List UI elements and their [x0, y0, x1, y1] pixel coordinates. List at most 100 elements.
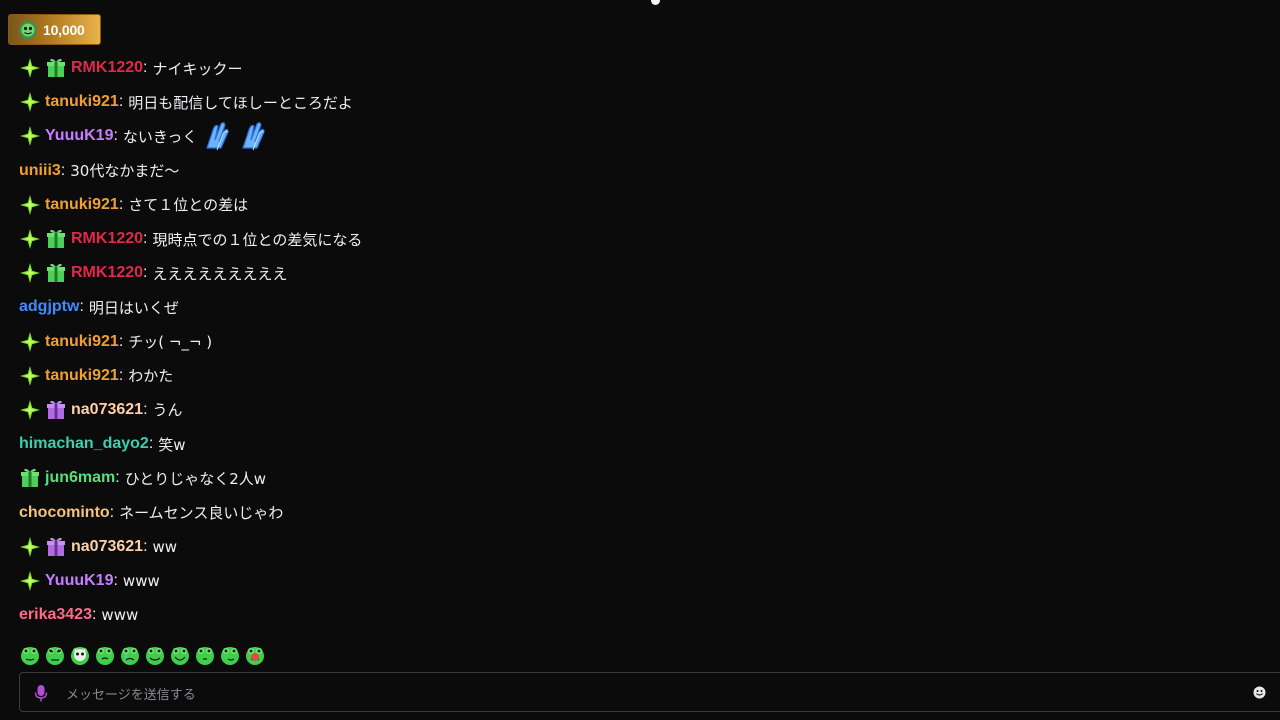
star-badge-icon[interactable] — [19, 194, 41, 216]
chat-input-placeholder[interactable]: メッセージを送信する — [66, 684, 196, 703]
chat-message: tanuki921: 明日も配信してほしーところだよ — [0, 85, 1280, 119]
gift-green-badge-icon[interactable] — [45, 57, 67, 79]
gift-green-badge-icon[interactable] — [45, 262, 67, 284]
chat-message-text: ないきっく — [122, 127, 198, 146]
chat-message: YuuuK19: ないきっく — [0, 119, 1280, 153]
chat-username[interactable]: tanuki921 — [45, 93, 119, 111]
gift-green-badge-icon[interactable] — [45, 228, 67, 250]
frog-happy-emote[interactable] — [170, 644, 190, 666]
chat-username[interactable]: tanuki921 — [45, 196, 119, 214]
chat-separator: : — [143, 537, 148, 555]
chat-message: na073621: うん — [0, 393, 1280, 427]
frog-smile-emote[interactable] — [145, 644, 165, 666]
chat-username[interactable]: na073621 — [71, 538, 143, 556]
chat-message-text: 現時点での１位との差気になる — [152, 230, 363, 249]
chat-message: chocominto: ネームセンス良いじゃわ — [0, 495, 1280, 529]
star-badge-icon[interactable] — [19, 91, 41, 113]
star-badge-icon[interactable] — [19, 125, 41, 147]
chat-separator: : — [118, 195, 124, 213]
chat-separator: : — [118, 93, 124, 111]
blue-hands-emote[interactable] — [239, 120, 269, 152]
frog-skull-emote[interactable] — [70, 644, 90, 666]
chat-message-text: 明日も配信してほしーところだよ — [128, 93, 353, 112]
chat-separator: : — [143, 59, 148, 77]
frog-cry-emote[interactable] — [120, 644, 140, 666]
chat-message: uniii3:30代なかまだ〜 — [0, 154, 1280, 188]
emote-picker-icon[interactable] — [1253, 686, 1266, 699]
chat-message-text: うん — [152, 401, 183, 420]
frog-emote[interactable] — [20, 644, 40, 666]
chat-separator: : — [113, 127, 118, 145]
star-badge-icon[interactable] — [19, 262, 41, 284]
gift-purple-badge-icon[interactable] — [45, 399, 67, 421]
chat-message: tanuki921: さて１位との差は — [0, 188, 1280, 222]
star-badge-icon[interactable] — [19, 57, 41, 79]
chat-message-text: ナイキックー — [152, 59, 243, 78]
top-indicator — [651, 0, 660, 5]
chat-message: RMK1220: 現時点での１位との差気になる — [0, 222, 1280, 256]
chat-message-text: ひとりじゃなく2人w — [124, 469, 267, 488]
frog-red-emote[interactable] — [245, 644, 265, 666]
frog-small-emote[interactable] — [195, 644, 215, 666]
chat-message: na073621: ww — [0, 530, 1280, 564]
chat-username[interactable]: chocominto — [19, 504, 110, 522]
chat-username[interactable]: erika3423 — [19, 606, 92, 624]
chat-message-text: 明日はいくぜ — [88, 298, 179, 317]
star-badge-icon[interactable] — [19, 228, 41, 250]
chat-message: tanuki921: チッ( ¬_¬ ) — [0, 325, 1280, 359]
frog-angry-emote[interactable] — [45, 644, 65, 666]
gift-green-badge-icon[interactable] — [19, 467, 41, 489]
chat-username[interactable]: himachan_dayo2 — [19, 435, 149, 453]
chat-username[interactable]: RMK1220 — [71, 264, 143, 282]
chat-message-text: www — [101, 606, 139, 625]
chat-input-box[interactable]: メッセージを送信する — [19, 672, 1280, 712]
chat-separator: : — [60, 161, 66, 179]
frog-side-emote[interactable] — [220, 644, 240, 666]
chat-message: RMK1220: えええええええええ — [0, 256, 1280, 290]
chat-message-text: わかた — [128, 367, 174, 386]
chat-message: erika3423: www — [0, 598, 1280, 632]
chat-separator: : — [143, 400, 148, 418]
chat-separator: : — [91, 606, 97, 624]
chat-separator: : — [143, 230, 148, 248]
chat-username[interactable]: YuuuK19 — [45, 127, 113, 145]
chat-username[interactable]: RMK1220 — [71, 59, 143, 77]
star-badge-icon[interactable] — [19, 570, 41, 592]
chat-message-list: RMK1220: ナイキックー tanuki921: 明日も配信してほしーところだよ Y… — [0, 51, 1280, 632]
chat-message-text: ww — [152, 537, 178, 556]
gift-purple-badge-icon[interactable] — [45, 536, 67, 558]
emote-quick-bar — [20, 644, 265, 666]
chat-message-text: さて１位との差は — [128, 196, 249, 215]
chat-username[interactable]: RMK1220 — [71, 230, 143, 248]
chat-message-text: 30代なかまだ〜 — [70, 162, 180, 181]
chat-separator: : — [143, 264, 148, 282]
blue-hands-emote[interactable] — [203, 120, 233, 152]
star-badge-icon[interactable] — [19, 399, 41, 421]
chat-message: adgjptw: 明日はいくぜ — [0, 290, 1280, 324]
chat-separator: : — [115, 469, 120, 487]
chat-username[interactable]: na073621 — [71, 401, 143, 419]
channel-points-button[interactable]: 10,000 — [8, 14, 101, 45]
chat-username[interactable]: jun6mam — [45, 469, 115, 487]
chat-separator: : — [113, 571, 118, 589]
star-badge-icon[interactable] — [19, 331, 41, 353]
chat-message-text: ネームセンス良いじゃわ — [119, 504, 284, 523]
chat-username[interactable]: adgjptw — [19, 298, 79, 316]
microphone-icon[interactable] — [34, 683, 48, 703]
channel-points-value: 10,000 — [43, 21, 85, 38]
chat-separator: : — [118, 332, 124, 350]
chat-username[interactable]: tanuki921 — [45, 333, 119, 351]
chat-message-text: えええええええええ — [152, 264, 288, 283]
channel-points-icon — [19, 20, 37, 39]
chat-username[interactable]: tanuki921 — [45, 367, 119, 385]
frog-peek-emote[interactable] — [95, 644, 115, 666]
chat-username[interactable]: YuuuK19 — [45, 572, 113, 590]
star-badge-icon[interactable] — [19, 365, 41, 387]
chat-separator: : — [118, 366, 124, 384]
chat-separator: : — [148, 435, 154, 453]
chat-message-text: 笑w — [158, 435, 186, 454]
chat-message: RMK1220: ナイキックー — [0, 51, 1280, 85]
chat-username[interactable]: uniii3 — [19, 162, 61, 180]
star-badge-icon[interactable] — [19, 536, 41, 558]
chat-message: jun6mam: ひとりじゃなく2人w — [0, 461, 1280, 495]
